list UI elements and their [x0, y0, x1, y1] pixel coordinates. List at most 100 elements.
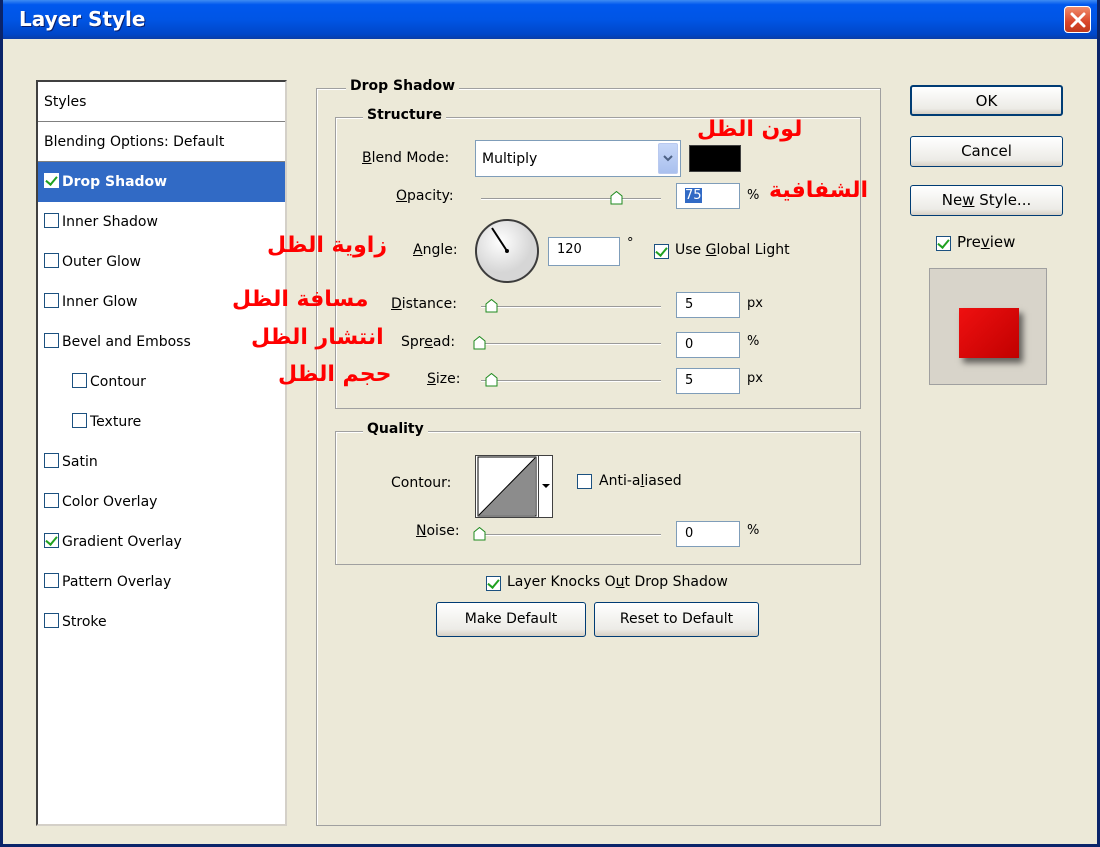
style-checkbox[interactable] — [44, 333, 59, 348]
preview-label: Preview — [957, 233, 1016, 251]
opacity-unit: % — [747, 188, 760, 203]
blend-mode-select[interactable]: Multiply — [475, 140, 681, 177]
style-item-outer-glow[interactable]: Outer Glow — [38, 242, 285, 282]
style-item-inner-shadow[interactable]: Inner Shadow — [38, 202, 285, 242]
use-global-light-checkbox[interactable] — [654, 244, 669, 259]
style-item-satin[interactable]: Satin — [38, 442, 285, 482]
drop-shadow-title: Drop Shadow — [346, 78, 460, 94]
window-title: Layer Style — [19, 7, 146, 31]
style-checkbox[interactable] — [44, 613, 59, 628]
style-checkbox[interactable] — [44, 293, 59, 308]
title-bar[interactable]: Layer Style — [3, 0, 1097, 39]
style-item-label: Inner Glow — [62, 294, 138, 310]
style-checkbox[interactable] — [72, 413, 87, 428]
spread-slider-thumb[interactable] — [473, 336, 486, 350]
style-item-color-overlay[interactable]: Color Overlay — [38, 482, 285, 522]
style-item-gradient-overlay[interactable]: Gradient Overlay — [38, 522, 285, 562]
style-item-pattern-overlay[interactable]: Pattern Overlay — [38, 562, 285, 602]
contour-label: Contour: — [391, 475, 452, 491]
angle-input[interactable]: 120 — [548, 237, 620, 266]
noise-slider-track[interactable] — [481, 534, 661, 536]
style-item-label: Drop Shadow — [62, 174, 168, 190]
make-default-button[interactable]: Make Default — [436, 602, 586, 637]
blend-mode-value: Multiply — [482, 151, 538, 167]
distance-label: Distance: — [391, 296, 457, 312]
style-item-texture[interactable]: Texture — [38, 402, 285, 442]
spread-label: Spread: — [401, 334, 456, 350]
anti-aliased-label: Anti-aliased — [599, 473, 682, 489]
style-item-label: Outer Glow — [62, 254, 141, 270]
style-item-label: Bevel and Emboss — [62, 334, 191, 350]
angle-dial[interactable] — [474, 218, 540, 284]
noise-slider-thumb[interactable] — [473, 527, 486, 541]
ok-button[interactable]: OK — [910, 85, 1063, 116]
spread-input[interactable]: 0 — [676, 332, 740, 358]
style-checkbox[interactable] — [44, 253, 59, 268]
structure-title: Structure — [363, 107, 447, 123]
style-checkbox[interactable] — [44, 493, 59, 508]
spread-slider-track[interactable] — [481, 343, 661, 345]
size-slider-thumb[interactable] — [485, 373, 498, 387]
annotation-opacity: الشفافية — [769, 178, 869, 203]
anti-aliased-checkbox[interactable] — [577, 474, 592, 489]
style-item-stroke[interactable]: Stroke — [38, 602, 285, 642]
opacity-label: Opacity: — [396, 188, 454, 204]
style-item-bevel-and-emboss[interactable]: Bevel and Emboss — [38, 322, 285, 362]
chevron-down-icon — [658, 143, 678, 174]
style-checkbox[interactable] — [44, 533, 59, 548]
layer-knocks-out-checkbox[interactable] — [486, 576, 501, 591]
styles-list: Styles Blending Options: Default Drop Sh… — [36, 80, 287, 826]
noise-input[interactable]: 0 — [676, 521, 740, 547]
layer-knocks-out-label: Layer Knocks Out Drop Shadow — [507, 574, 728, 590]
opacity-slider-thumb[interactable] — [610, 191, 623, 205]
contour-curve-icon — [477, 456, 537, 517]
distance-input[interactable]: 5 — [676, 292, 740, 318]
style-item-label: Contour — [90, 374, 146, 390]
style-item-drop-shadow[interactable]: Drop Shadow — [38, 162, 285, 202]
contour-picker[interactable] — [475, 455, 553, 518]
quality-box — [335, 431, 861, 565]
preview-shape — [959, 308, 1019, 358]
style-checkbox[interactable] — [44, 573, 59, 588]
chevron-down-icon — [542, 484, 550, 488]
size-slider-track[interactable] — [481, 380, 661, 382]
noise-label: Noise: — [416, 523, 460, 539]
cancel-button[interactable]: Cancel — [910, 136, 1063, 167]
opacity-input[interactable]: 75 — [676, 183, 740, 209]
style-item-label: Color Overlay — [62, 494, 158, 510]
new-style-button[interactable]: New Style... — [910, 185, 1063, 216]
annotation-distance: مسافة الظل — [232, 287, 369, 312]
size-input[interactable]: 5 — [676, 368, 740, 394]
close-button[interactable] — [1064, 6, 1091, 33]
styles-header[interactable]: Styles — [38, 82, 285, 122]
annotation-size: حجم الظل — [278, 362, 392, 387]
preview-thumbnail — [929, 268, 1047, 385]
blend-mode-label: Blend Mode: — [362, 150, 450, 166]
preview-checkbox[interactable] — [936, 236, 951, 251]
angle-label: Angle: — [413, 242, 458, 258]
contour-dropdown-arrow[interactable] — [538, 456, 552, 517]
blending-options-item[interactable]: Blending Options: Default — [38, 122, 285, 162]
close-icon — [1070, 12, 1086, 28]
size-label: Size: — [427, 371, 461, 387]
style-item-contour[interactable]: Contour — [38, 362, 285, 402]
annotation-shadow-color: لون الظل — [697, 117, 803, 142]
style-checkbox[interactable] — [44, 453, 59, 468]
annotation-spread: انتشار الظل — [251, 325, 384, 350]
style-item-label: Pattern Overlay — [62, 574, 172, 590]
style-checkbox[interactable] — [44, 213, 59, 228]
style-item-label: Gradient Overlay — [62, 534, 182, 550]
size-unit: px — [747, 371, 763, 386]
distance-slider-track[interactable] — [481, 306, 661, 308]
reset-to-default-button[interactable]: Reset to Default — [594, 602, 759, 637]
quality-title: Quality — [363, 421, 428, 437]
distance-unit: px — [747, 296, 763, 311]
style-checkbox[interactable] — [72, 373, 87, 388]
style-item-label: Texture — [90, 414, 142, 430]
noise-unit: % — [747, 523, 760, 538]
shadow-color-swatch[interactable] — [689, 145, 741, 172]
distance-slider-thumb[interactable] — [485, 299, 498, 313]
style-checkbox[interactable] — [44, 173, 59, 188]
opacity-slider-track[interactable] — [481, 198, 661, 200]
angle-unit: ° — [627, 236, 634, 251]
